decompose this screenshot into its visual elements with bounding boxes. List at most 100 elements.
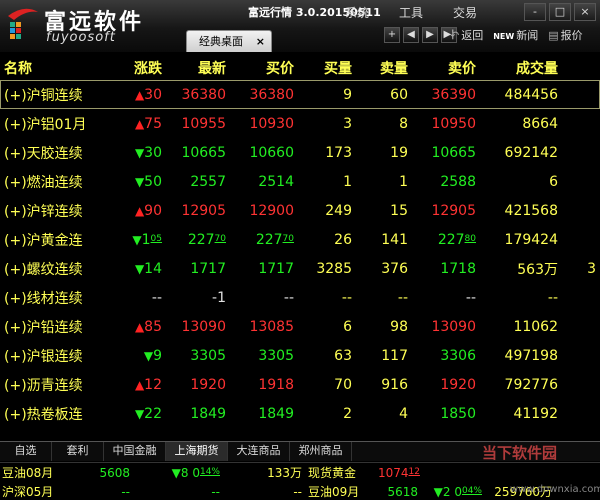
ticker-name-2: 现货黄金 (308, 466, 357, 480)
tab-watchlist[interactable]: 自选 (0, 442, 52, 461)
value: 2514 (258, 173, 294, 190)
up-triangle-icon: ▲ (134, 203, 145, 218)
prev-button[interactable]: ◀ (403, 27, 419, 43)
up-triangle-icon: ▲ (134, 116, 145, 131)
row-ask-qty: 117 (381, 347, 408, 364)
ticker-volume: 133万 (267, 466, 302, 480)
col-bid[interactable]: 买价 (226, 58, 294, 78)
value: 0 (192, 465, 200, 480)
row-name: (+)线材连续 (4, 290, 83, 307)
value: 90 (144, 202, 162, 219)
row-volume: 421568 (504, 202, 558, 219)
table-header: 名称 涨跌 最新 买价 买量 卖量 卖价 成交量 (0, 56, 600, 80)
ticker-change: -- (130, 485, 220, 499)
new-badge-icon: NEW (493, 32, 515, 41)
col-change[interactable]: 涨跌 (110, 58, 162, 78)
tab-close-icon[interactable]: × (256, 31, 265, 52)
menu-system[interactable]: 系统 (330, 4, 384, 21)
menu-tools[interactable]: 工具 (384, 4, 438, 21)
value: 13090 (181, 318, 226, 335)
value: 227 (255, 231, 283, 248)
tab-cffex[interactable]: 中国金融 (104, 442, 166, 461)
col-name[interactable]: 名称 (0, 58, 110, 78)
row-ask-qty: 15 (390, 202, 408, 219)
row-ask: 2588 (408, 174, 476, 190)
nav-buttons: + ◀ ▶ ▶| (384, 27, 457, 43)
ticker-row[interactable]: 豆油08月 5608 ▼8 014% 133万 现货黄金 107412 (0, 463, 600, 482)
ticker-price-2: 107412 (378, 465, 420, 480)
table-row[interactable]: (+)热卷板连 ▼22 1849 1849 2 4 1850 41192 (0, 399, 600, 428)
menu-trade[interactable]: 交易 (438, 4, 492, 21)
value: 1717 (190, 260, 226, 277)
ticker-change: ▼8 014% (130, 466, 220, 480)
row-bid-qty: 173 (325, 144, 352, 161)
table-row[interactable]: (+)燃油连续 ▼50 2557 2514 1 1 2588 6 (0, 167, 600, 196)
tab-arbitrage[interactable]: 套利 (52, 442, 104, 461)
row-last: 22770 (162, 232, 226, 248)
value: 2557 (190, 173, 226, 190)
table-row[interactable]: (+)沪铝01月 ▲75 10955 10930 3 8 10950 8664 (0, 109, 600, 138)
table-row[interactable]: (+)沪银连续 ▼9 3305 3305 63 117 3306 497198 (0, 341, 600, 370)
row-ask: 3306 (408, 348, 476, 364)
value: 12905 (431, 202, 476, 219)
value: 1074 (378, 465, 409, 480)
up-triangle-icon: ▲ (134, 377, 145, 392)
minimize-button[interactable]: - (524, 3, 546, 21)
watermark: 当下软件园 (482, 444, 558, 462)
value: 14 (144, 260, 162, 277)
close-button[interactable]: × (574, 3, 596, 21)
table-row[interactable]: (+)沥青连续 ▲12 1920 1918 70 916 1920 792776 (0, 370, 600, 399)
maximize-button[interactable]: □ (549, 3, 571, 21)
back-button[interactable]: ↶ 返回 (450, 27, 483, 43)
row-ask: 13090 (408, 319, 476, 335)
value: 1717 (258, 260, 294, 277)
table-row[interactable]: (+)沪黄金连 ▼105 22770 22770 26 141 22780 179424 (0, 225, 600, 254)
row-change: ▲85 (110, 319, 162, 335)
row-change: ▼22 (110, 406, 162, 422)
value: 10930 (249, 115, 294, 132)
tab-czce[interactable]: 郑州商品 (290, 442, 352, 461)
row-change: ▼50 (110, 174, 162, 190)
col-bid-qty[interactable]: 买量 (294, 58, 352, 78)
tab-label: 经典桌面 (199, 35, 243, 48)
tab-classic-desktop[interactable]: 经典桌面 × (186, 30, 272, 52)
tab-dce[interactable]: 大连商品 (228, 442, 290, 461)
value: 1849 (258, 405, 294, 422)
news-button[interactable]: NEW 新闻 (493, 27, 538, 43)
value: 3305 (258, 347, 294, 364)
col-last[interactable]: 最新 (162, 58, 226, 78)
value: 1718 (440, 260, 476, 277)
value: 36380 (181, 86, 226, 103)
row-bid-qty: 6 (343, 318, 352, 335)
next-button[interactable]: ▶ (422, 27, 438, 43)
value: 3305 (190, 347, 226, 364)
add-tab-button[interactable]: + (384, 27, 400, 43)
value: 13090 (431, 318, 476, 335)
table-row[interactable]: (+)沪铅连续 ▲85 13090 13085 6 98 13090 11062 (0, 312, 600, 341)
row-ask-qty: 1 (399, 173, 408, 190)
row-bid-qty: -- (341, 289, 352, 306)
col-volume[interactable]: 成交量 (476, 58, 558, 78)
value: 0 (454, 484, 462, 499)
value: 12905 (181, 202, 226, 219)
row-last: 2557 (162, 174, 226, 190)
tab-shfe[interactable]: 上海期货 (166, 442, 228, 461)
row-ask-qty: 141 (381, 231, 408, 248)
ticker-price-2: 5618 (378, 485, 418, 499)
col-ask[interactable]: 卖价 (408, 58, 476, 78)
ticker-price: 5608 (99, 465, 130, 480)
report-button[interactable]: ▤ 报价 (548, 27, 582, 43)
row-name: (+)沪黄金连 (4, 232, 83, 249)
row-bid: 10660 (226, 145, 294, 161)
table-row[interactable]: (+)天胶连续 ▼30 10665 10660 173 19 10665 692142 (0, 138, 600, 167)
table-row[interactable]: (+)沪铜连续 ▲30 36380 36380 9 60 36390 484456 (0, 80, 600, 109)
table-row[interactable]: (+)沪锌连续 ▲90 12905 12900 249 15 12905 421568 (0, 196, 600, 225)
col-ask-qty[interactable]: 卖量 (352, 58, 408, 78)
row-ask: 10950 (408, 116, 476, 132)
table-row[interactable]: (+)线材连续 -- -1 -- -- -- -- -- (0, 283, 600, 312)
ticker-change-2: ▼2 004% (418, 485, 482, 499)
value: -- (465, 289, 476, 306)
news-label: 新闻 (516, 29, 539, 42)
down-triangle-icon: ▼ (134, 174, 145, 189)
table-row[interactable]: (+)螺纹连续 ▼14 1717 1717 3285 376 1718 563万 3 (0, 254, 600, 283)
